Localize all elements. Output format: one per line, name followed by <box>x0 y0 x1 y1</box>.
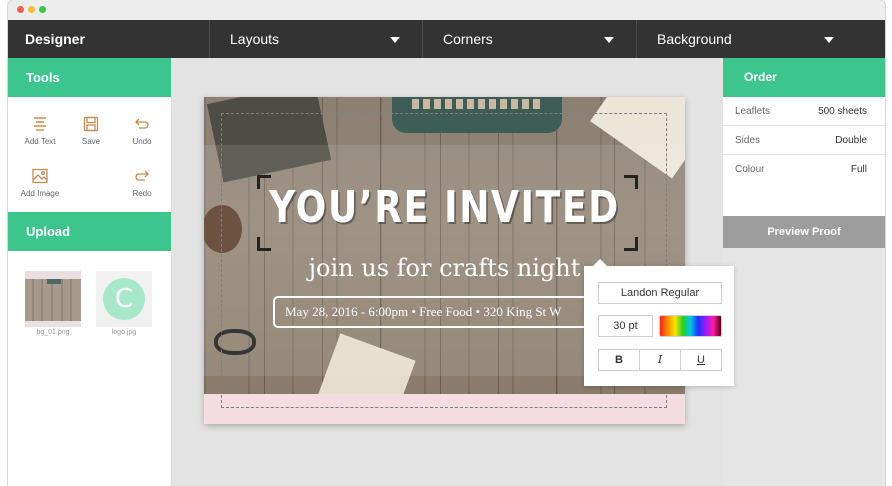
leaflets-label: Leaflets <box>735 105 771 117</box>
selection-corner <box>624 237 638 251</box>
typewriter-keys <box>412 99 542 109</box>
bg-thumbnail-name: bg_01.png <box>36 329 70 336</box>
order-heading: Order <box>723 58 885 97</box>
image-icon <box>32 168 48 184</box>
colour-value: Full <box>850 164 867 175</box>
order-row-colour[interactable]: Colour Full <box>723 155 885 184</box>
upload-heading: Upload <box>8 212 171 251</box>
window-titlebar <box>8 0 885 20</box>
event-details[interactable]: May 28, 2016 - 6:00pm • Free Food • 320 … <box>273 296 603 328</box>
order-row-leaflets[interactable]: Leaflets 500 sheets <box>723 97 885 126</box>
logo-letter: C <box>103 278 145 320</box>
redo-label: Redo <box>132 189 152 198</box>
logo-thumbnail-name: logo.jpg <box>111 329 137 336</box>
order-row-sides[interactable]: Sides Double <box>723 126 885 155</box>
background-menu-label: Background <box>657 31 732 47</box>
logo-thumbnail[interactable]: C <box>96 271 152 327</box>
undo-tool[interactable]: Undo <box>116 115 168 146</box>
italic-button[interactable]: I <box>639 350 680 370</box>
corners-menu[interactable]: Corners <box>422 20 636 58</box>
background-menu[interactable]: Background <box>636 20 856 58</box>
chevron-down-icon <box>390 37 400 43</box>
bg-thumbnail[interactable] <box>25 271 81 327</box>
typewriter-illustration <box>392 97 562 133</box>
app-window: Designer Layouts Corners Background Tool… <box>8 0 885 486</box>
text-align-icon <box>34 117 46 131</box>
font-family-select[interactable]: Landon Regular <box>598 282 722 304</box>
bold-button[interactable]: B <box>599 350 639 370</box>
top-navigation-bar: Designer Layouts Corners Background <box>8 20 885 58</box>
color-spectrum-picker[interactable] <box>659 315 722 337</box>
order-panel: Order Leaflets 500 sheets Sides Double C… <box>723 58 885 248</box>
maximize-window-button[interactable] <box>39 6 46 13</box>
text-style-group: B I U <box>598 349 722 371</box>
add-image-label: Add Image <box>20 189 60 198</box>
add-text-tool[interactable]: Add Text <box>14 115 66 146</box>
undo-icon <box>135 118 149 129</box>
minimize-window-button[interactable] <box>28 6 35 13</box>
left-sidebar: Tools Add Text Save Undo Add Image Redo … <box>8 58 172 486</box>
underline-button[interactable]: U <box>680 350 721 370</box>
undo-label: Undo <box>132 137 152 146</box>
invite-title[interactable]: YOU’RE INVITED <box>247 182 641 233</box>
add-text-label: Add Text <box>24 137 56 146</box>
close-window-button[interactable] <box>17 6 24 13</box>
corners-menu-label: Corners <box>443 31 493 47</box>
leaflets-value: 500 sheets <box>818 105 867 117</box>
design-canvas: YOU’RE INVITED join us for crafts night … <box>173 58 734 486</box>
redo-icon <box>135 170 149 181</box>
chevron-down-icon <box>604 37 614 43</box>
font-size-field[interactable]: 30 pt <box>598 315 653 337</box>
text-format-popover: Landon Regular 30 pt B I U <box>584 259 734 386</box>
colour-label: Colour <box>735 164 765 175</box>
save-icon <box>83 116 99 132</box>
save-tool[interactable]: Save <box>65 115 117 146</box>
selection-corner <box>257 237 271 251</box>
preview-proof-button[interactable]: Preview Proof <box>723 216 885 248</box>
card-bottom-border <box>204 394 685 424</box>
selection-corner <box>624 175 638 189</box>
wood-photo-thumbnail <box>32 279 72 321</box>
layouts-menu[interactable]: Layouts <box>209 20 422 58</box>
selection-corner <box>257 175 271 189</box>
tools-heading: Tools <box>8 58 171 97</box>
add-image-tool[interactable]: Add Image <box>14 167 66 198</box>
save-label: Save <box>81 137 101 146</box>
tools-grid: Add Text Save Undo Add Image Redo <box>8 97 171 212</box>
layouts-menu-label: Layouts <box>230 31 280 47</box>
sides-value: Double <box>835 134 867 146</box>
sides-label: Sides <box>735 134 761 146</box>
redo-tool[interactable]: Redo <box>116 167 168 198</box>
upload-area: bg_01.png C logo.jpg <box>8 251 171 451</box>
chevron-down-icon <box>824 37 834 43</box>
app-brand: Designer <box>25 31 85 47</box>
